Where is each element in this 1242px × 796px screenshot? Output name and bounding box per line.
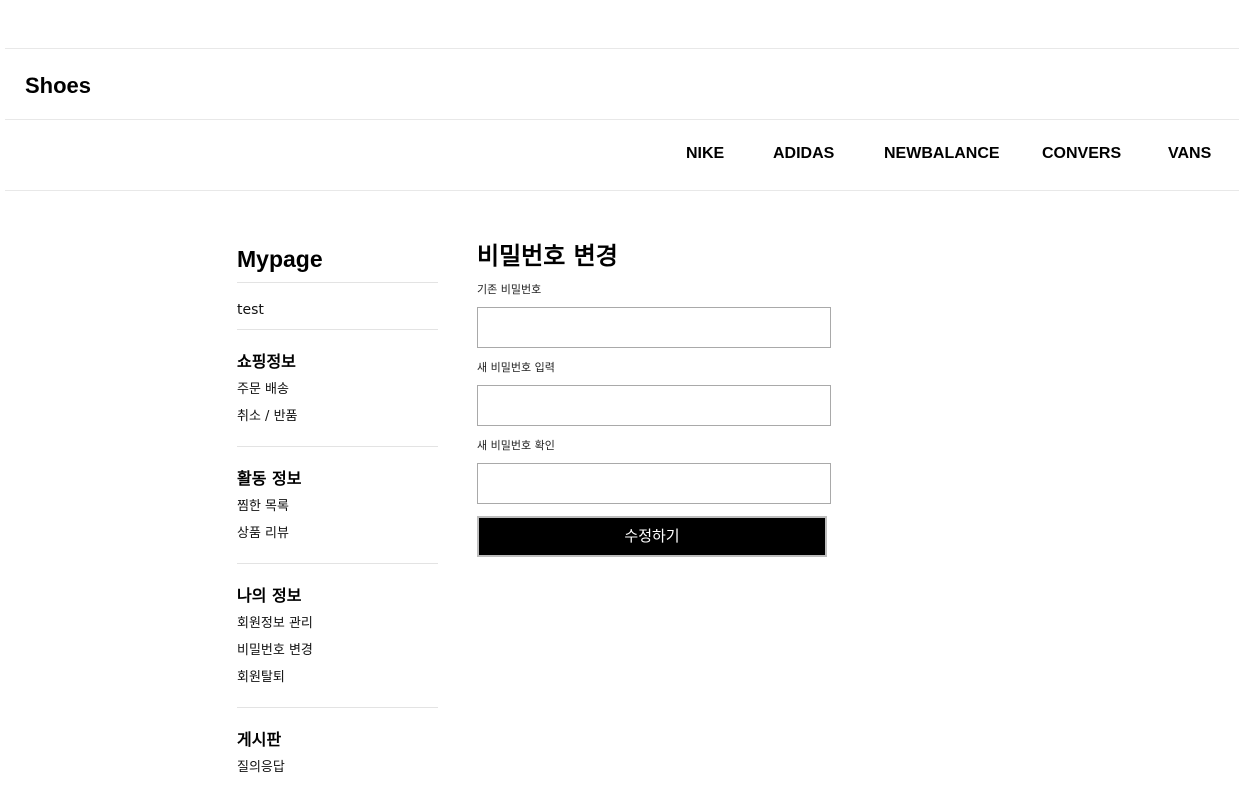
sidebar-username: test <box>237 302 264 318</box>
brand-logo[interactable]: Shoes <box>25 70 91 102</box>
sidebar-title: Mypage <box>237 246 323 272</box>
header-top-divider <box>5 48 1239 49</box>
brand-nav: NIKE ADIDAS NEWBALANCE CONVERS VANS <box>0 140 1242 170</box>
page: Shoes NIKE ADIDAS NEWBALANCE CONVERS VAN… <box>0 0 1242 796</box>
submit-button[interactable]: 수정하기 <box>477 516 827 557</box>
sidebar-section-board: 게시판 질의응답 <box>237 708 438 796</box>
sidebar-item-reviews[interactable]: 상품 리뷰 <box>237 524 438 551</box>
nav-divider <box>5 190 1239 191</box>
sidebar-item-withdraw[interactable]: 회원탈퇴 <box>237 668 438 695</box>
sidebar-item-wishlist[interactable]: 찜한 목록 <box>237 497 438 524</box>
sidebar-heading-activity: 활동 정보 <box>237 469 302 488</box>
sidebar-section-activity: 활동 정보 찜한 목록 상품 리뷰 <box>237 447 438 563</box>
nav-item-convers[interactable]: CONVERS <box>1042 140 1121 168</box>
sidebar-item-cancel-return[interactable]: 취소 / 반품 <box>237 407 438 434</box>
header-divider <box>5 119 1239 120</box>
nav-item-newbalance[interactable]: NEWBALANCE <box>884 140 1000 168</box>
sidebar-heading-board: 게시판 <box>237 730 282 749</box>
nav-item-vans[interactable]: VANS <box>1168 140 1211 168</box>
current-password-label: 기존 비밀번호 <box>477 283 542 296</box>
sidebar-item-change-password[interactable]: 비밀번호 변경 <box>237 641 438 668</box>
confirm-password-input[interactable] <box>477 463 831 504</box>
sidebar-item-member-info[interactable]: 회원정보 관리 <box>237 614 438 641</box>
confirm-password-label: 새 비밀번호 확인 <box>477 439 555 452</box>
nav-item-adidas[interactable]: ADIDAS <box>773 140 834 168</box>
sidebar-heading-my-info: 나의 정보 <box>237 586 302 605</box>
new-password-input[interactable] <box>477 385 831 426</box>
mypage-sidebar: Mypage test 쇼핑정보 주문 배송 취소 / 반품 활동 정보 찜한 … <box>237 240 438 796</box>
sidebar-heading-shopping: 쇼핑정보 <box>237 352 296 371</box>
sidebar-section-shopping: 쇼핑정보 주문 배송 취소 / 반품 <box>237 330 438 446</box>
sidebar-section-my-info: 나의 정보 회원정보 관리 비밀번호 변경 회원탈퇴 <box>237 564 438 707</box>
sidebar-item-qna[interactable]: 질의응답 <box>237 758 438 785</box>
nav-item-nike[interactable]: NIKE <box>686 140 724 168</box>
sidebar-item-order-delivery[interactable]: 주문 배송 <box>237 380 438 407</box>
password-change-form: 비밀번호 변경 기존 비밀번호 새 비밀번호 입력 새 비밀번호 확인 수정하기 <box>477 238 837 557</box>
current-password-input[interactable] <box>477 307 831 348</box>
new-password-label: 새 비밀번호 입력 <box>477 361 555 374</box>
page-title: 비밀번호 변경 <box>477 242 618 270</box>
